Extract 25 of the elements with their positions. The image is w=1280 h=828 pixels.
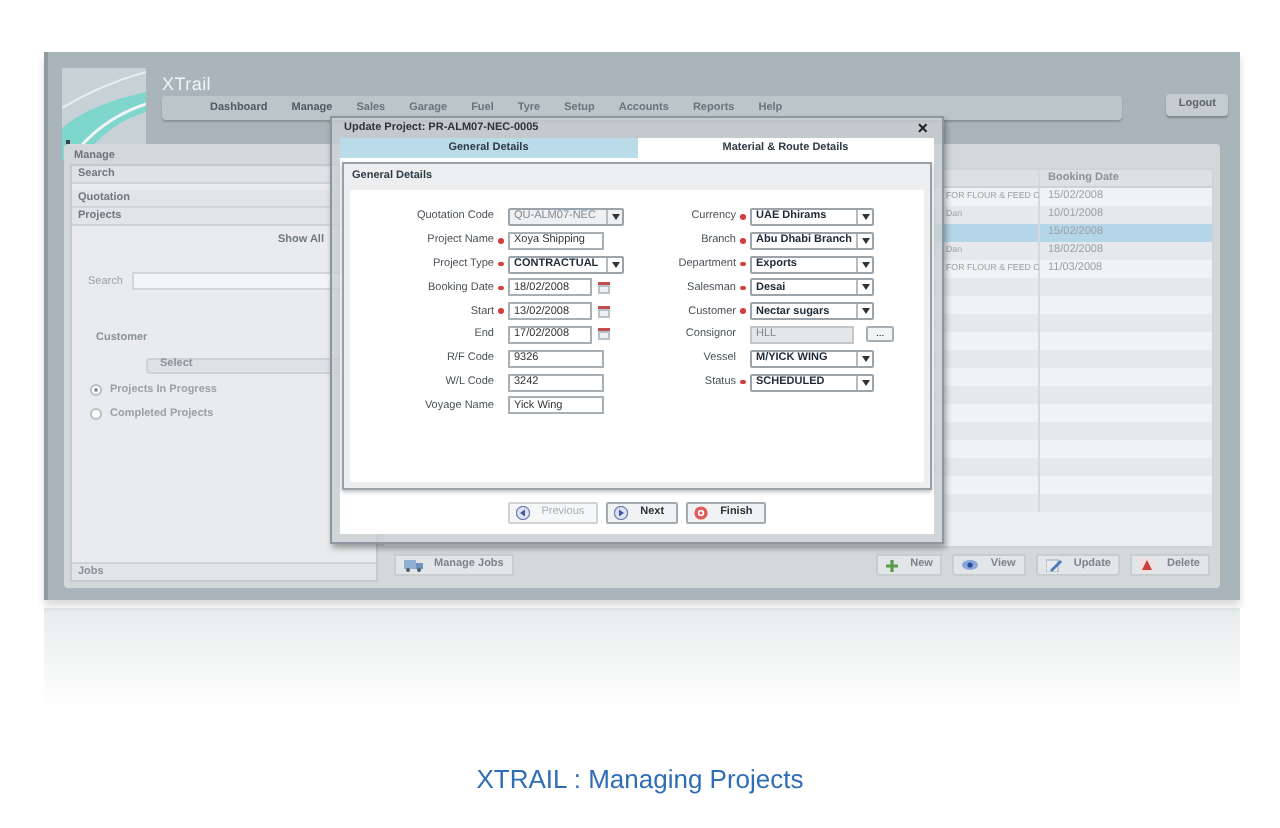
plus-icon	[886, 559, 899, 571]
dropdown-arrow-icon	[856, 375, 872, 390]
delete-icon	[1140, 558, 1155, 572]
calendar-icon[interactable]	[598, 305, 610, 318]
calendar-icon[interactable]	[598, 328, 610, 341]
dropdown-arrow-icon	[606, 257, 622, 272]
right-arrow-icon	[614, 505, 629, 519]
caption: XTRAIL : Managing Projects	[474, 762, 806, 798]
dropdown-arrow-icon	[606, 210, 622, 224]
brand-title: XTrail	[162, 76, 214, 94]
eye-icon	[962, 560, 979, 570]
dropdown-arrow-icon	[856, 351, 872, 366]
dropdown-arrow-icon	[856, 280, 872, 295]
pencil-chart-icon	[1045, 558, 1062, 572]
radio-button[interactable]	[90, 407, 102, 420]
radio-button[interactable]	[90, 383, 102, 396]
dropdown-arrow-icon	[856, 257, 872, 272]
calendar-icon[interactable]	[598, 281, 610, 294]
left-arrow-icon	[515, 505, 530, 519]
stop-icon	[694, 505, 709, 519]
dropdown-arrow-icon	[856, 233, 872, 248]
truck-icon	[404, 559, 424, 571]
close-button[interactable]: ×	[917, 119, 928, 137]
dropdown-arrow-icon	[856, 210, 872, 224]
dropdown-arrow-icon	[856, 304, 872, 319]
